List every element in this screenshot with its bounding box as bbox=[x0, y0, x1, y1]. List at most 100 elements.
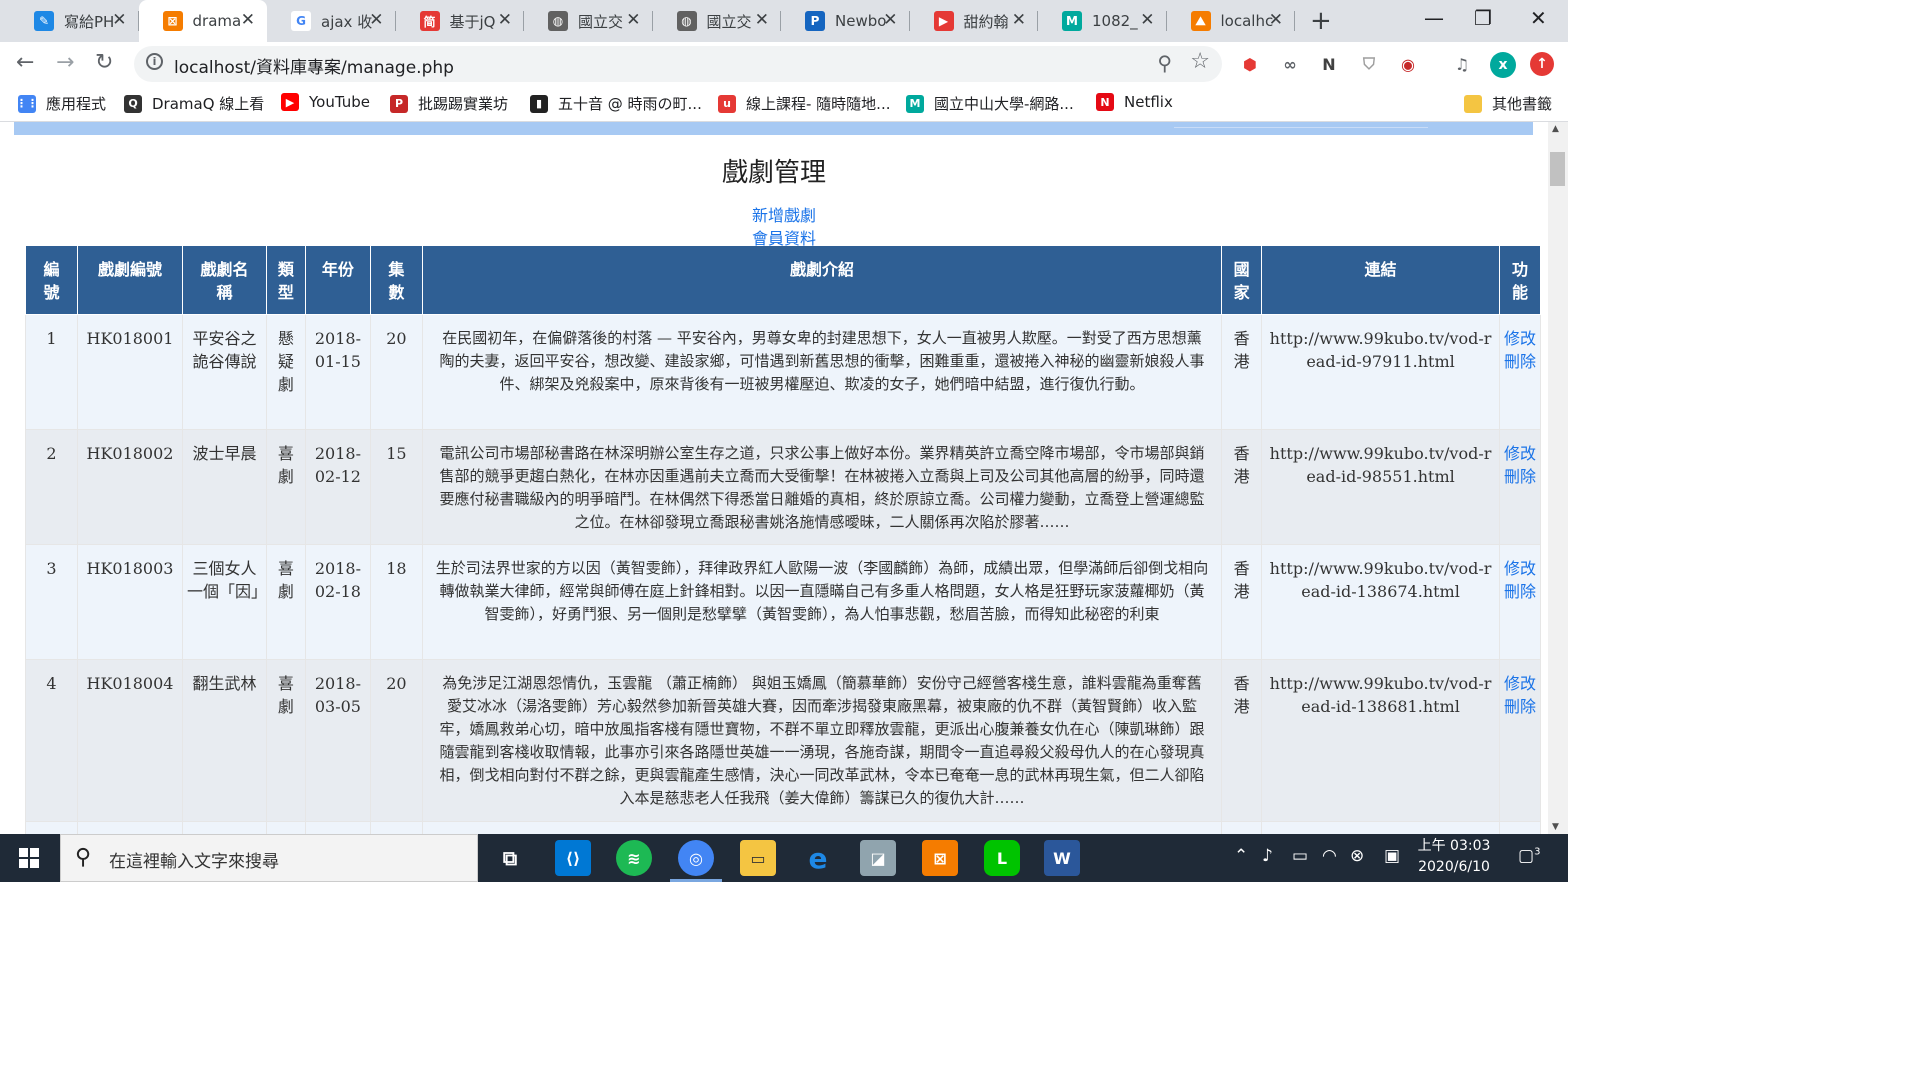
browser-tab[interactable]: M 1082_ ✕ bbox=[1038, 0, 1167, 42]
edit-link[interactable]: 修改 bbox=[1504, 327, 1536, 350]
battery-icon[interactable]: ▭ bbox=[1292, 846, 1308, 866]
tab-close-icon[interactable]: ✕ bbox=[1140, 10, 1154, 30]
tab-close-icon[interactable]: ✕ bbox=[112, 10, 126, 30]
cell-no: 4 bbox=[25, 658, 78, 822]
edge-icon[interactable]: e bbox=[800, 840, 836, 876]
browser-tab[interactable]: P Newbo ✕ bbox=[781, 0, 910, 42]
taskbar-clock[interactable]: 上午 03:03 2020/6/10 bbox=[1414, 836, 1494, 878]
delete-link[interactable]: 刪除 bbox=[1504, 465, 1536, 488]
close-window-button[interactable]: ✕ bbox=[1530, 6, 1547, 30]
notification-center-icon[interactable]: ▢3 bbox=[1518, 846, 1540, 866]
scroll-up-icon[interactable]: ▲ bbox=[1552, 124, 1559, 134]
bookmark-item[interactable]: M 國立中山大學-網路... bbox=[906, 93, 1074, 114]
media-control-icon[interactable]: ♫ bbox=[1450, 52, 1474, 76]
bookmark-item[interactable]: P 批踢踢實業坊 bbox=[390, 93, 508, 114]
browser-tab[interactable]: Gajax 收 ✕ bbox=[267, 0, 396, 42]
tab-close-icon[interactable]: ✕ bbox=[1012, 10, 1026, 30]
n-extension-icon[interactable]: N bbox=[1317, 52, 1341, 76]
chrome-icon[interactable]: ◎ bbox=[678, 840, 714, 876]
browser-tab[interactable]: ▶ 甜約翰 ✕ bbox=[910, 0, 1038, 42]
delete-link[interactable]: 刪除 bbox=[1504, 695, 1536, 718]
bookmark-item[interactable]: N Netflix bbox=[1096, 93, 1173, 111]
ime-icon[interactable]: ▣ bbox=[1384, 846, 1400, 866]
cell-function: 修改 刪除 bbox=[1498, 543, 1542, 660]
address-bar[interactable]: i localhost/資料庫專案/manage.php ⚲ ☆ bbox=[134, 46, 1222, 82]
tab-close-icon[interactable]: ✕ bbox=[369, 10, 383, 30]
start-button[interactable] bbox=[0, 834, 58, 882]
tab-favicon-icon: M bbox=[1062, 11, 1082, 31]
delete-link[interactable]: 刪除 bbox=[1504, 350, 1536, 373]
minimize-button[interactable]: — bbox=[1424, 6, 1444, 30]
edit-link[interactable]: 修改 bbox=[1504, 557, 1536, 580]
tab-close-icon[interactable]: ✕ bbox=[755, 10, 769, 30]
update-icon[interactable]: ↑ bbox=[1530, 52, 1554, 76]
back-button[interactable]: ← bbox=[16, 50, 34, 75]
reload-button[interactable]: ↻ bbox=[95, 50, 113, 75]
browser-tab[interactable]: ⊠ drama ✕ bbox=[138, 0, 267, 42]
tab-close-icon[interactable]: ✕ bbox=[626, 10, 640, 30]
tray-chevron-icon[interactable]: ⌃ bbox=[1234, 846, 1248, 866]
cell-code: HK018002 bbox=[76, 428, 183, 545]
cell-intro: 為免涉足江湖恩怨情仇，玉雲龍 （蕭正楠飾） 與姐玉嬌鳳（簡慕華飾）安份守己經營客… bbox=[421, 658, 1223, 822]
taskbar-search[interactable]: ⚲ 在這裡輸入文字來搜尋 bbox=[60, 834, 478, 882]
browser-tab[interactable]: ✎ 寫給PH ✕ bbox=[10, 0, 139, 42]
bookmark-item[interactable]: ▮ 五十音 @ 時雨の町... bbox=[530, 93, 702, 114]
bookmark-label: DramaQ 線上看 bbox=[152, 95, 265, 113]
tab-close-icon[interactable]: ✕ bbox=[498, 10, 512, 30]
browser-tab[interactable]: ◍ 國立交 ✕ bbox=[653, 0, 781, 42]
zoom-icon[interactable]: ⚲ bbox=[1157, 51, 1172, 75]
top-banner bbox=[14, 122, 1533, 135]
bookmark-item[interactable]: u 線上課程- 隨時隨地... bbox=[718, 93, 891, 114]
vscode-icon[interactable]: ⟨⟩ bbox=[555, 840, 591, 876]
cell-episodes: 15 bbox=[369, 428, 423, 545]
cell-empty bbox=[181, 820, 267, 834]
lastpass-extension-icon[interactable]: ◉ bbox=[1396, 52, 1420, 76]
bookmark-favicon-icon: ⋮⋮ bbox=[16, 94, 38, 113]
new-tab-button[interactable]: + bbox=[1310, 6, 1332, 36]
task-view-icon[interactable]: ⧉ bbox=[492, 840, 528, 876]
tab-close-icon[interactable]: ✕ bbox=[241, 10, 255, 30]
tab-close-icon[interactable]: ✕ bbox=[1269, 10, 1283, 30]
cell-name: 三個女人一個「因」 bbox=[181, 543, 267, 660]
other-bookmarks[interactable]: 其他書籤 bbox=[1464, 93, 1552, 114]
browser-tab[interactable]: ⛰ localhc ✕ bbox=[1167, 0, 1295, 42]
file-explorer-icon[interactable]: ▭ bbox=[740, 840, 776, 876]
bookmark-item[interactable]: ▶ YouTube bbox=[281, 93, 370, 111]
edit-link[interactable]: 修改 bbox=[1504, 442, 1536, 465]
browser-tab[interactable]: ◍ 國立交 ✕ bbox=[524, 0, 653, 42]
forward-button[interactable]: → bbox=[56, 50, 74, 75]
bookmark-favicon-icon: ▮ bbox=[530, 94, 548, 113]
adblock-extension-icon[interactable]: ⬢ bbox=[1238, 52, 1262, 76]
windows-logo-icon bbox=[19, 848, 39, 868]
line-icon[interactable]: L bbox=[984, 840, 1020, 876]
restore-button[interactable]: ❐ bbox=[1474, 6, 1492, 30]
word-icon[interactable]: W bbox=[1044, 840, 1080, 876]
add-drama-link[interactable]: 新增戲劇 bbox=[752, 206, 816, 225]
volume-icon[interactable]: ♪ bbox=[1262, 846, 1273, 866]
bookmark-item[interactable]: ⋮⋮ 應用程式 bbox=[16, 93, 106, 114]
page-scrollbar[interactable]: ▲ ▼ bbox=[1548, 122, 1568, 834]
delete-link[interactable]: 刪除 bbox=[1504, 580, 1536, 603]
scroll-down-icon[interactable]: ▼ bbox=[1552, 822, 1559, 832]
profile-avatar[interactable]: x bbox=[1490, 52, 1516, 78]
tab-close-icon[interactable]: ✕ bbox=[883, 10, 897, 30]
xampp-icon[interactable]: ⊠ bbox=[922, 840, 958, 876]
edit-link[interactable]: 修改 bbox=[1504, 672, 1536, 695]
header-episodes: 集數 bbox=[369, 246, 423, 315]
spotify-icon[interactable]: ≋ bbox=[616, 840, 652, 876]
notes-icon[interactable]: ◪ bbox=[860, 840, 896, 876]
table-row: 2 HK018002 波士早晨 喜劇 2018-02-12 15 電訊公司市場部秘書路在林深… bbox=[25, 428, 1542, 545]
cell-country: 香港 bbox=[1221, 313, 1263, 430]
wifi-icon[interactable]: ◠ bbox=[1322, 846, 1337, 866]
url-text[interactable]: localhost/資料庫專案/manage.php bbox=[174, 53, 454, 78]
scroll-thumb[interactable] bbox=[1550, 152, 1565, 186]
status-error-icon[interactable]: ⊗ bbox=[1350, 846, 1364, 866]
browser-tab[interactable]: 简基于jQ ✕ bbox=[396, 0, 524, 42]
infinity-extension-icon[interactable]: ∞ bbox=[1278, 52, 1302, 76]
bookmark-item[interactable]: Q DramaQ 線上看 bbox=[124, 93, 264, 114]
cell-intro: 電訊公司市場部秘書路在林深明辦公室生存之道，只求公事上做好本份。業界精英許立喬空… bbox=[421, 428, 1223, 545]
info-icon[interactable]: i bbox=[146, 53, 163, 70]
shield-extension-icon[interactable]: ⛉ bbox=[1357, 52, 1381, 76]
cell-no: 2 bbox=[25, 428, 78, 545]
bookmark-star-icon[interactable]: ☆ bbox=[1190, 49, 1210, 74]
